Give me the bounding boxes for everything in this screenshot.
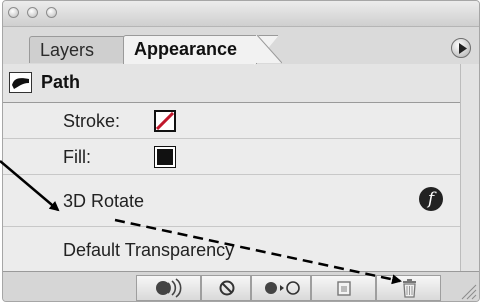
appearance-panel: Layers Appearance Path Stroke: Fill: 3D … xyxy=(2,0,480,302)
panel-menu-button[interactable] xyxy=(451,38,471,58)
delete-selected-item-icon xyxy=(403,279,416,298)
path-shape-icon xyxy=(12,78,29,89)
path-thumbnail xyxy=(9,72,32,93)
rotate-effect-label: 3D Rotate xyxy=(63,191,145,211)
close-button[interactable] xyxy=(8,7,19,18)
minimize-button[interactable] xyxy=(27,7,38,18)
new-art-maintains-appearance-icon xyxy=(156,278,182,298)
transparency-row[interactable]: Default Transparency xyxy=(3,227,460,271)
clear-appearance-button[interactable] xyxy=(201,275,251,301)
tab-edge xyxy=(256,35,282,64)
stroke-label: Stroke: xyxy=(63,111,121,131)
fill-swatch[interactable] xyxy=(154,146,176,168)
tab-strip: Layers Appearance xyxy=(3,27,479,65)
none-stroke-icon xyxy=(155,111,175,131)
path-label: Path xyxy=(41,72,81,92)
zoom-button[interactable] xyxy=(46,7,57,18)
stroke-swatch[interactable] xyxy=(154,110,176,132)
transparency-label: Default Transparency xyxy=(63,240,235,260)
tab-layers[interactable]: Layers xyxy=(29,36,131,63)
delete-selected-item-button[interactable] xyxy=(376,275,441,301)
new-art-maintains-appearance-button[interactable] xyxy=(136,275,201,301)
appearance-list: Path Stroke: Fill: 3D Rotate f Default T… xyxy=(3,64,460,271)
reduce-to-basic-appearance-icon xyxy=(265,281,300,295)
duplicate-selected-item-icon xyxy=(337,281,351,296)
panel-titlebar[interactable] xyxy=(3,1,479,27)
fx-icon[interactable]: f xyxy=(419,187,443,211)
fill-label: Fill: xyxy=(63,147,91,167)
fill-row[interactable]: Fill: xyxy=(3,139,460,175)
reduce-to-basic-appearance-button[interactable] xyxy=(251,275,311,301)
stroke-row[interactable]: Stroke: xyxy=(3,103,460,139)
clear-appearance-icon xyxy=(219,280,235,296)
duplicate-selected-item-button[interactable] xyxy=(311,275,376,301)
tab-appearance[interactable]: Appearance xyxy=(123,35,278,65)
bottom-toolbar xyxy=(3,271,479,301)
rotate-effect-row[interactable]: 3D Rotate f xyxy=(3,175,460,227)
resize-grip-icon[interactable] xyxy=(457,280,477,300)
tab-appearance-label: Appearance xyxy=(134,39,238,59)
path-row[interactable]: Path xyxy=(3,64,460,103)
vertical-scrollbar[interactable] xyxy=(460,64,479,271)
triangle-right-icon xyxy=(459,43,467,54)
tab-layers-label: Layers xyxy=(40,40,95,60)
